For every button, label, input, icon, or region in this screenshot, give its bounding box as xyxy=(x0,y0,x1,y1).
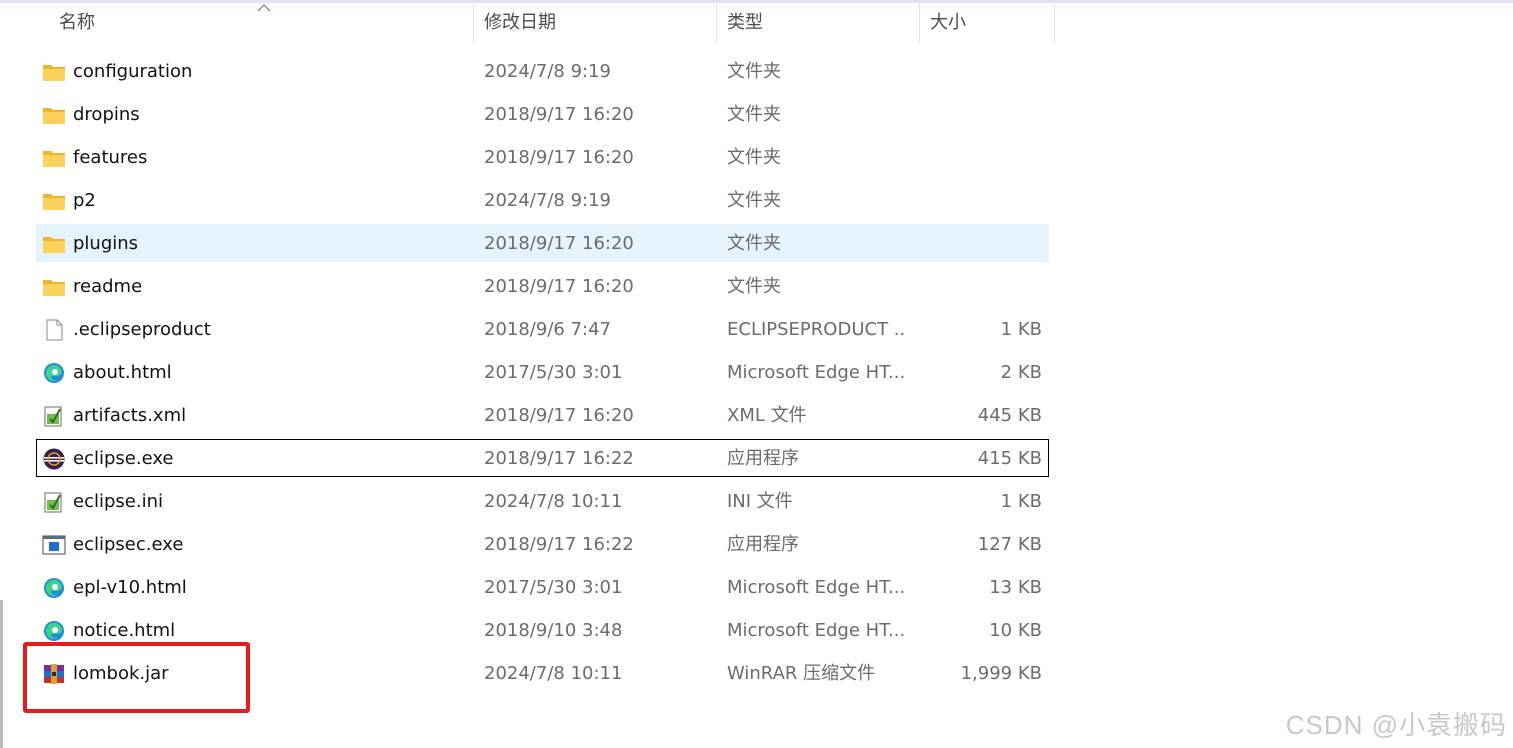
file-date: 2018/9/17 16:20 xyxy=(484,233,634,254)
file-type: Microsoft Edge HT... xyxy=(727,620,906,641)
file-name: p2 xyxy=(73,190,96,211)
blank-file-icon xyxy=(42,319,66,341)
file-type: 文件夹 xyxy=(727,104,781,125)
file-date: 2018/9/10 3:48 xyxy=(484,620,623,641)
file-type: Microsoft Edge HT... xyxy=(727,577,906,598)
file-type: 应用程序 xyxy=(727,534,799,555)
file-size: 415 KB xyxy=(977,448,1042,469)
file-name: eclipse.exe xyxy=(73,448,174,469)
folder-icon xyxy=(42,190,66,212)
file-row[interactable]: readme 2018/9/17 16:20 文件夹 xyxy=(36,267,1049,305)
edge-icon xyxy=(42,620,66,642)
file-row[interactable]: eclipsec.exe 2018/9/17 16:22 应用程序 127 KB xyxy=(36,525,1049,563)
file-date: 2018/9/17 16:22 xyxy=(484,448,634,469)
highlight-annotation-box xyxy=(23,642,250,713)
file-date: 2024/7/8 9:19 xyxy=(484,61,611,82)
file-size: 1 KB xyxy=(1000,491,1042,512)
file-size: 127 KB xyxy=(977,534,1042,555)
file-name: .eclipseproduct xyxy=(73,319,211,340)
app-window-icon xyxy=(42,534,66,556)
file-name: artifacts.xml xyxy=(73,405,187,426)
file-type: 文件夹 xyxy=(727,190,781,211)
file-name: features xyxy=(73,147,148,168)
file-name: epl-v10.html xyxy=(73,577,187,598)
notepad-file-icon xyxy=(42,405,66,427)
file-name: configuration xyxy=(73,61,193,82)
notepad-file-icon xyxy=(42,491,66,513)
file-name: plugins xyxy=(73,233,139,254)
file-row[interactable]: p2 2024/7/8 9:19 文件夹 xyxy=(36,181,1049,219)
file-type: 文件夹 xyxy=(727,233,781,254)
file-name: eclipse.ini xyxy=(73,491,163,512)
file-date: 2018/9/17 16:22 xyxy=(484,534,634,555)
file-row[interactable]: configuration 2024/7/8 9:19 文件夹 xyxy=(36,52,1049,90)
edge-icon xyxy=(42,362,66,384)
folder-icon xyxy=(42,276,66,298)
file-date: 2018/9/17 16:20 xyxy=(484,405,634,426)
file-type: ECLIPSEPRODUCT ... xyxy=(727,319,907,340)
file-name: eclipsec.exe xyxy=(73,534,184,555)
column-header-name[interactable]: 名称 xyxy=(49,3,474,43)
file-size: 1,999 KB xyxy=(960,663,1042,684)
file-date: 2018/9/17 16:20 xyxy=(484,276,634,297)
file-size: 1 KB xyxy=(1000,319,1042,340)
file-type: XML 文件 xyxy=(727,405,807,426)
file-type: Microsoft Edge HT... xyxy=(727,362,906,383)
scrollbar-edge xyxy=(0,600,3,748)
file-row[interactable]: epl-v10.html 2017/5/30 3:01 Microsoft Edge… xyxy=(36,568,1049,606)
file-size: 13 KB xyxy=(989,577,1042,598)
file-type: 文件夹 xyxy=(727,276,781,297)
file-type: 应用程序 xyxy=(727,448,799,469)
file-type: 文件夹 xyxy=(727,147,781,168)
file-date: 2018/9/17 16:20 xyxy=(484,147,634,168)
file-row[interactable]: about.html 2017/5/30 3:01 Microsoft Edge H… xyxy=(36,353,1049,391)
file-date: 2017/5/30 3:01 xyxy=(484,577,623,598)
file-name: about.html xyxy=(73,362,172,383)
column-header-size[interactable]: 大小 xyxy=(920,3,1055,43)
edge-icon xyxy=(42,577,66,599)
file-name: dropins xyxy=(73,104,140,125)
file-size: 445 KB xyxy=(977,405,1042,426)
column-header-date[interactable]: 修改日期 xyxy=(474,3,717,43)
file-date: 2017/5/30 3:01 xyxy=(484,362,623,383)
column-header-bar: 名称 修改日期 类型 大小 xyxy=(0,3,1056,43)
file-row[interactable]: eclipse.ini 2024/7/8 10:11 INI 文件 1 KB xyxy=(36,482,1049,520)
file-date: 2018/9/6 7:47 xyxy=(484,319,611,340)
file-type: WinRAR 压缩文件 xyxy=(727,663,876,684)
file-row[interactable]: eclipse.exe 2018/9/17 16:22 应用程序 415 KB xyxy=(36,439,1049,477)
file-name: readme xyxy=(73,276,143,297)
file-date: 2024/7/8 10:11 xyxy=(484,663,623,684)
file-date: 2024/7/8 10:11 xyxy=(484,491,623,512)
watermark: CSDN @小袁搬码 xyxy=(1285,710,1507,740)
file-size: 2 KB xyxy=(1000,362,1042,383)
file-row[interactable]: features 2018/9/17 16:20 文件夹 xyxy=(36,138,1049,176)
folder-icon xyxy=(42,147,66,169)
folder-icon xyxy=(42,233,66,255)
file-date: 2018/9/17 16:20 xyxy=(484,104,634,125)
file-row[interactable]: dropins 2018/9/17 16:20 文件夹 xyxy=(36,95,1049,133)
file-size: 10 KB xyxy=(989,620,1042,641)
file-row[interactable]: artifacts.xml 2018/9/17 16:20 XML 文件 445 KB xyxy=(36,396,1049,434)
folder-icon xyxy=(42,104,66,126)
file-row[interactable]: .eclipseproduct 2018/9/6 7:47 ECLIPSEPRODU… xyxy=(36,310,1049,348)
eclipse-icon xyxy=(42,448,66,470)
column-header-type[interactable]: 类型 xyxy=(717,3,920,43)
file-date: 2024/7/8 9:19 xyxy=(484,190,611,211)
file-row[interactable]: plugins 2018/9/17 16:20 文件夹 xyxy=(36,224,1049,262)
folder-icon xyxy=(42,61,66,83)
file-type: INI 文件 xyxy=(727,491,793,512)
file-type: 文件夹 xyxy=(727,61,781,82)
